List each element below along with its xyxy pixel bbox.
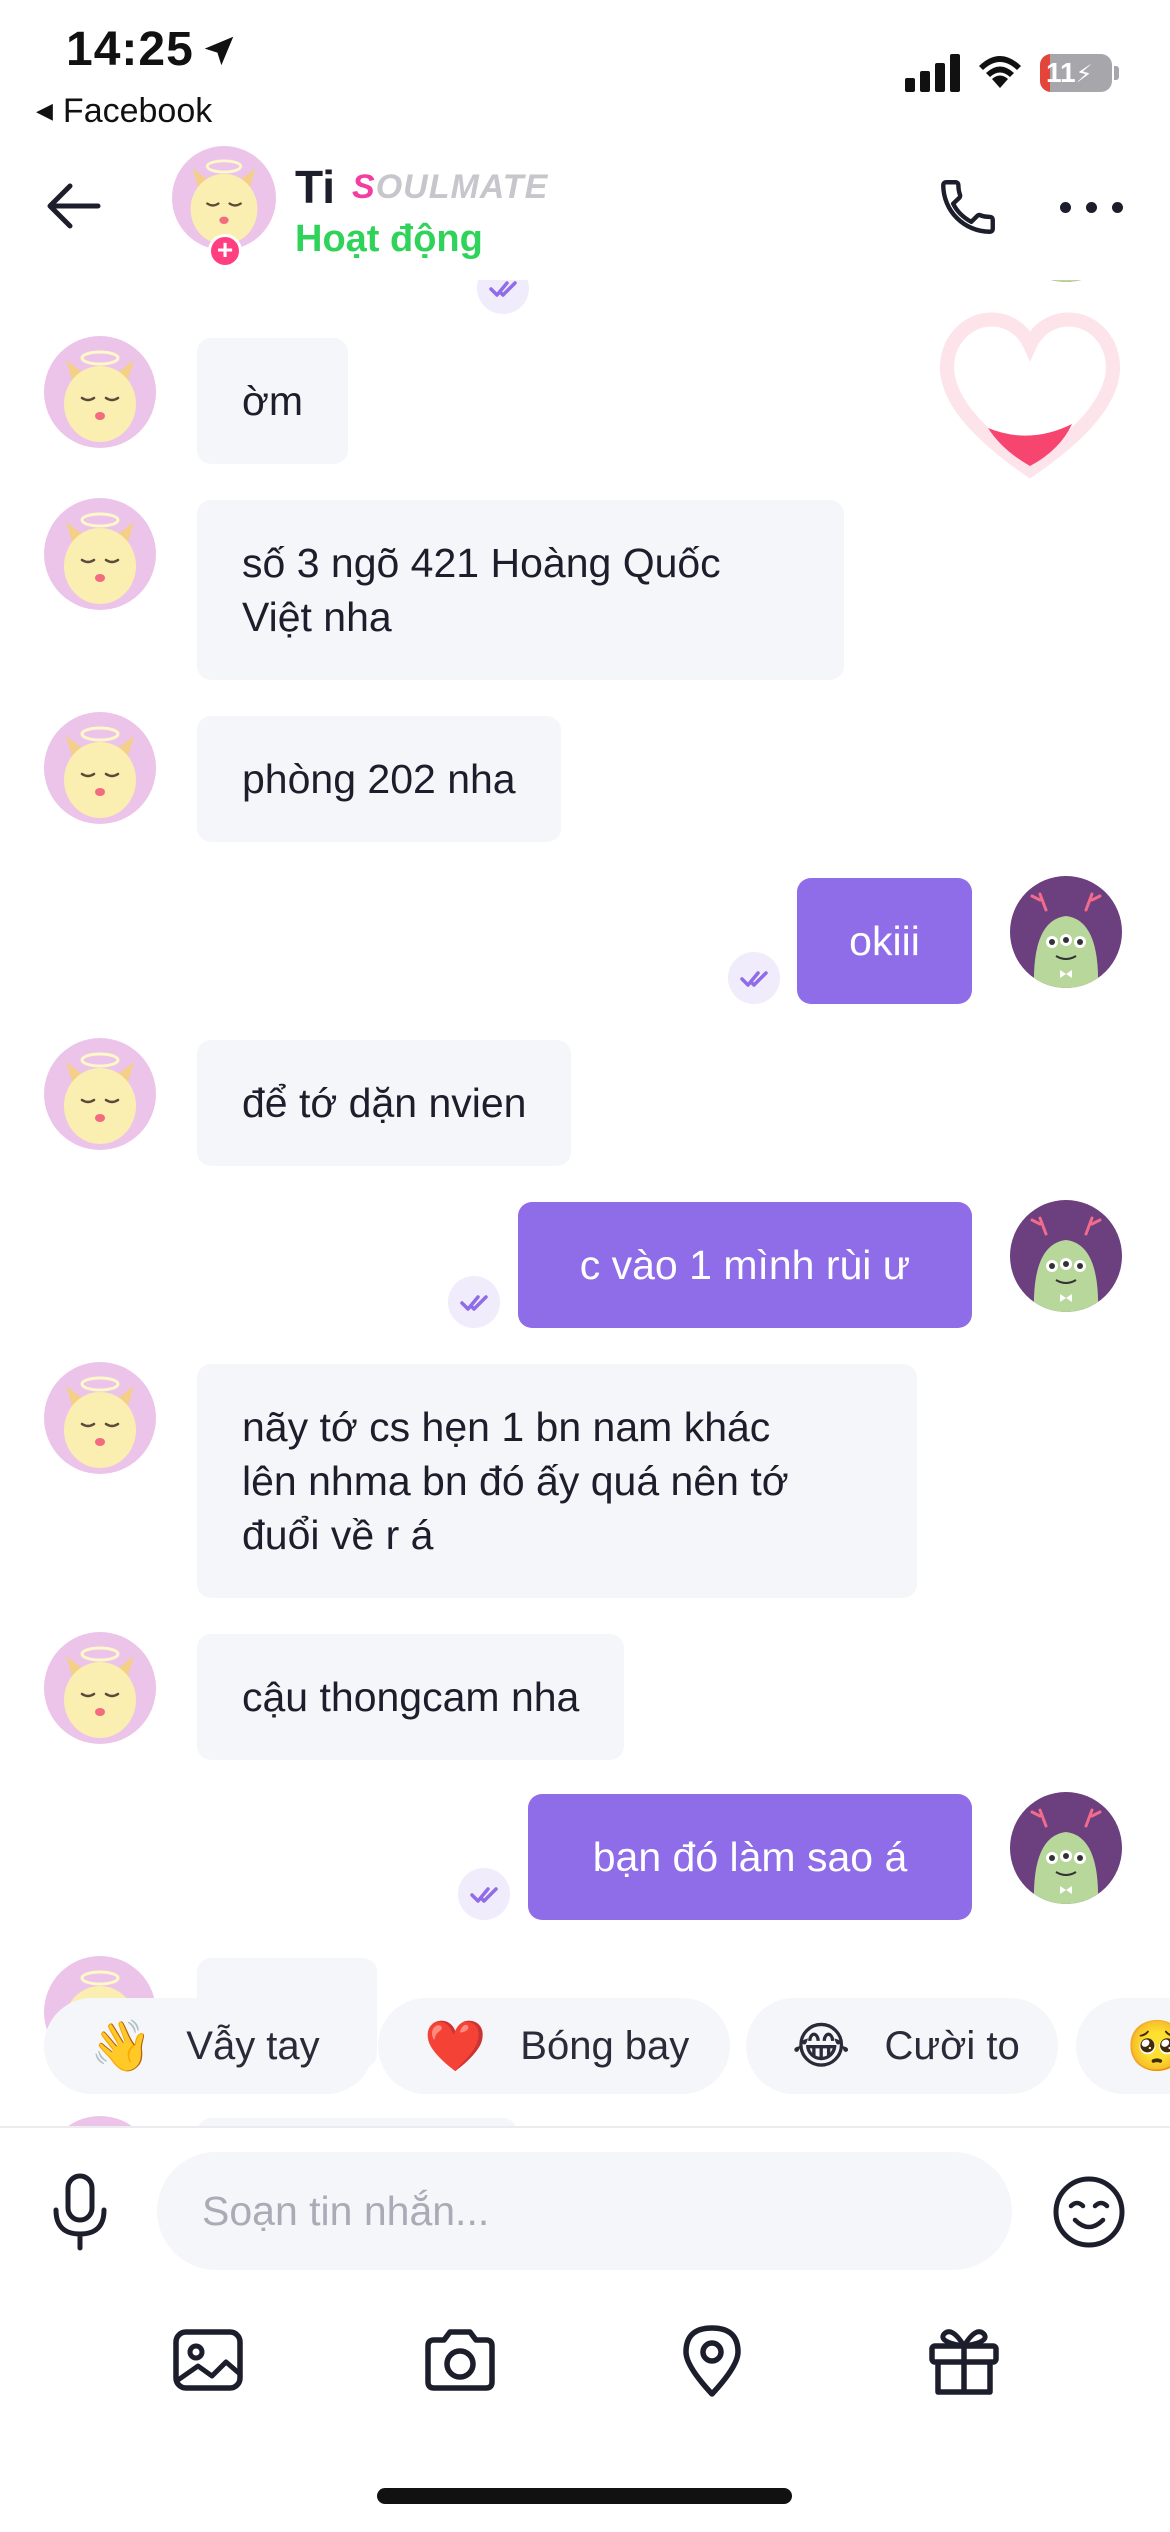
outgoing-bubble[interactable]: c vào 1 mình rùi ư [518, 1202, 972, 1328]
contact-name: Ti [295, 161, 336, 213]
more-options-icon[interactable] [1060, 202, 1124, 222]
pleading-face-icon: 🥺 [1126, 2017, 1170, 2074]
heart-meter-icon [940, 312, 1120, 479]
contact-avatar-small[interactable] [44, 1632, 156, 1744]
status-time: 14:25 [66, 23, 194, 76]
message-text-line: Việt nha [242, 594, 392, 640]
read-receipt-icon [458, 1868, 510, 1920]
back-arrow-icon[interactable] [42, 174, 106, 238]
phone-icon[interactable] [935, 174, 1001, 240]
message-text-line: đuổi về r á [242, 1512, 434, 1558]
message-text: bạn đó làm sao á [592, 1834, 908, 1880]
image-icon[interactable] [168, 2320, 248, 2400]
outgoing-bubble[interactable]: bạn đó làm sao á [528, 1794, 972, 1920]
location-pin-icon[interactable] [672, 2320, 752, 2400]
message-text: cậu thongcam nha [242, 1674, 580, 1720]
message-input[interactable] [157, 2152, 1012, 2270]
reaction-chip-pleading[interactable]: 🥺 [1076, 1998, 1170, 2094]
badge-rest: OULMATE [375, 168, 549, 206]
contact-avatar-small[interactable] [44, 1362, 156, 1474]
gift-icon[interactable] [924, 2320, 1004, 2400]
reaction-chip-balloon[interactable]: ❤️ Bóng bay [378, 1998, 730, 2094]
read-receipt-icon [448, 1276, 500, 1328]
battery-level: 11 [1046, 57, 1076, 88]
incoming-bubble[interactable]: số 3 ngõ 421 Hoàng Quốc Việt nha [197, 500, 844, 680]
contact-avatar-small[interactable] [44, 1038, 156, 1150]
tears-of-joy-icon: 😂 [792, 2018, 851, 2074]
cellular-signal-icon [905, 54, 960, 92]
message-text: ờm [242, 378, 304, 424]
reaction-label: Bóng bay [520, 2023, 690, 2068]
message-text: phòng 202 nha [242, 756, 516, 802]
wifi-icon [979, 56, 1021, 88]
incoming-bubble[interactable]: cậu thongcam nha [197, 1634, 625, 1760]
battery-indicator: 11⚡ [1040, 54, 1112, 92]
incoming-bubble[interactable]: phòng 202 nha [197, 716, 561, 842]
incoming-bubble[interactable]: để tớ dặn nvien [197, 1040, 572, 1166]
message-text: để tớ dặn nvien [242, 1080, 527, 1126]
reaction-label: Cười to [884, 2023, 1020, 2068]
home-indicator[interactable] [377, 2488, 792, 2504]
read-receipt-icon [477, 280, 529, 314]
back-triangle-icon: ◀ [36, 98, 53, 123]
contact-avatar-small[interactable] [44, 498, 156, 610]
incoming-bubble[interactable]: ờm [197, 338, 349, 464]
incoming-bubble[interactable]: nãy tớ cs hẹn 1 bn nam khác lên nhma bn … [197, 1364, 917, 1598]
soulmate-badge: SOULMATE [352, 168, 548, 207]
chat-header: + Ti SOULMATE Hoạt động [0, 130, 1170, 280]
message-text: c vào 1 mình rùi ư [579, 1242, 911, 1288]
back-to-app-link[interactable]: ◀ Facebook [36, 92, 212, 131]
read-receipt-icon [728, 952, 780, 1004]
my-avatar[interactable] [1010, 876, 1122, 988]
emoji-icon[interactable] [1051, 2174, 1127, 2250]
message-text-line: nãy tớ cs hẹn 1 bn nam khác [242, 1404, 771, 1450]
contact-avatar-small[interactable] [44, 712, 156, 824]
online-status: Hoạt động [295, 218, 483, 260]
message-text-line: số 3 ngõ 421 Hoàng Quốc [242, 540, 721, 586]
contact-avatar-small[interactable] [44, 336, 156, 448]
location-arrow-icon [204, 36, 234, 66]
reaction-chip-wave[interactable]: 👋 Vẫy tay [44, 1998, 374, 2094]
reaction-chip-laugh[interactable]: 😂 Cười to [746, 1998, 1058, 2094]
back-app-label: Facebook [62, 92, 213, 130]
waving-hand-icon: 👋 [90, 2017, 153, 2074]
message-text: okiii [849, 918, 920, 964]
battery-cap [1114, 66, 1119, 80]
microphone-icon[interactable] [48, 2172, 112, 2252]
charging-bolt-icon: ⚡ [1075, 61, 1093, 88]
red-heart-icon: ❤️ [424, 2017, 487, 2074]
outgoing-bubble[interactable]: okiii [797, 878, 972, 1004]
my-avatar[interactable] [1010, 1200, 1122, 1312]
my-avatar-partial[interactable] [1010, 280, 1122, 282]
reaction-label: Vẫy tay [186, 2023, 320, 2068]
message-text-line: lên nhma bn đó ấy quá nên tớ [242, 1458, 789, 1504]
add-friend-badge[interactable]: + [208, 234, 242, 268]
my-avatar[interactable] [1010, 1792, 1122, 1904]
message-list[interactable]: ờm số 3 ngõ 421 Hoàng Quốc Việt nha phòn… [0, 280, 1170, 2130]
camera-icon[interactable] [420, 2320, 500, 2400]
badge-first-letter: S [352, 168, 376, 206]
